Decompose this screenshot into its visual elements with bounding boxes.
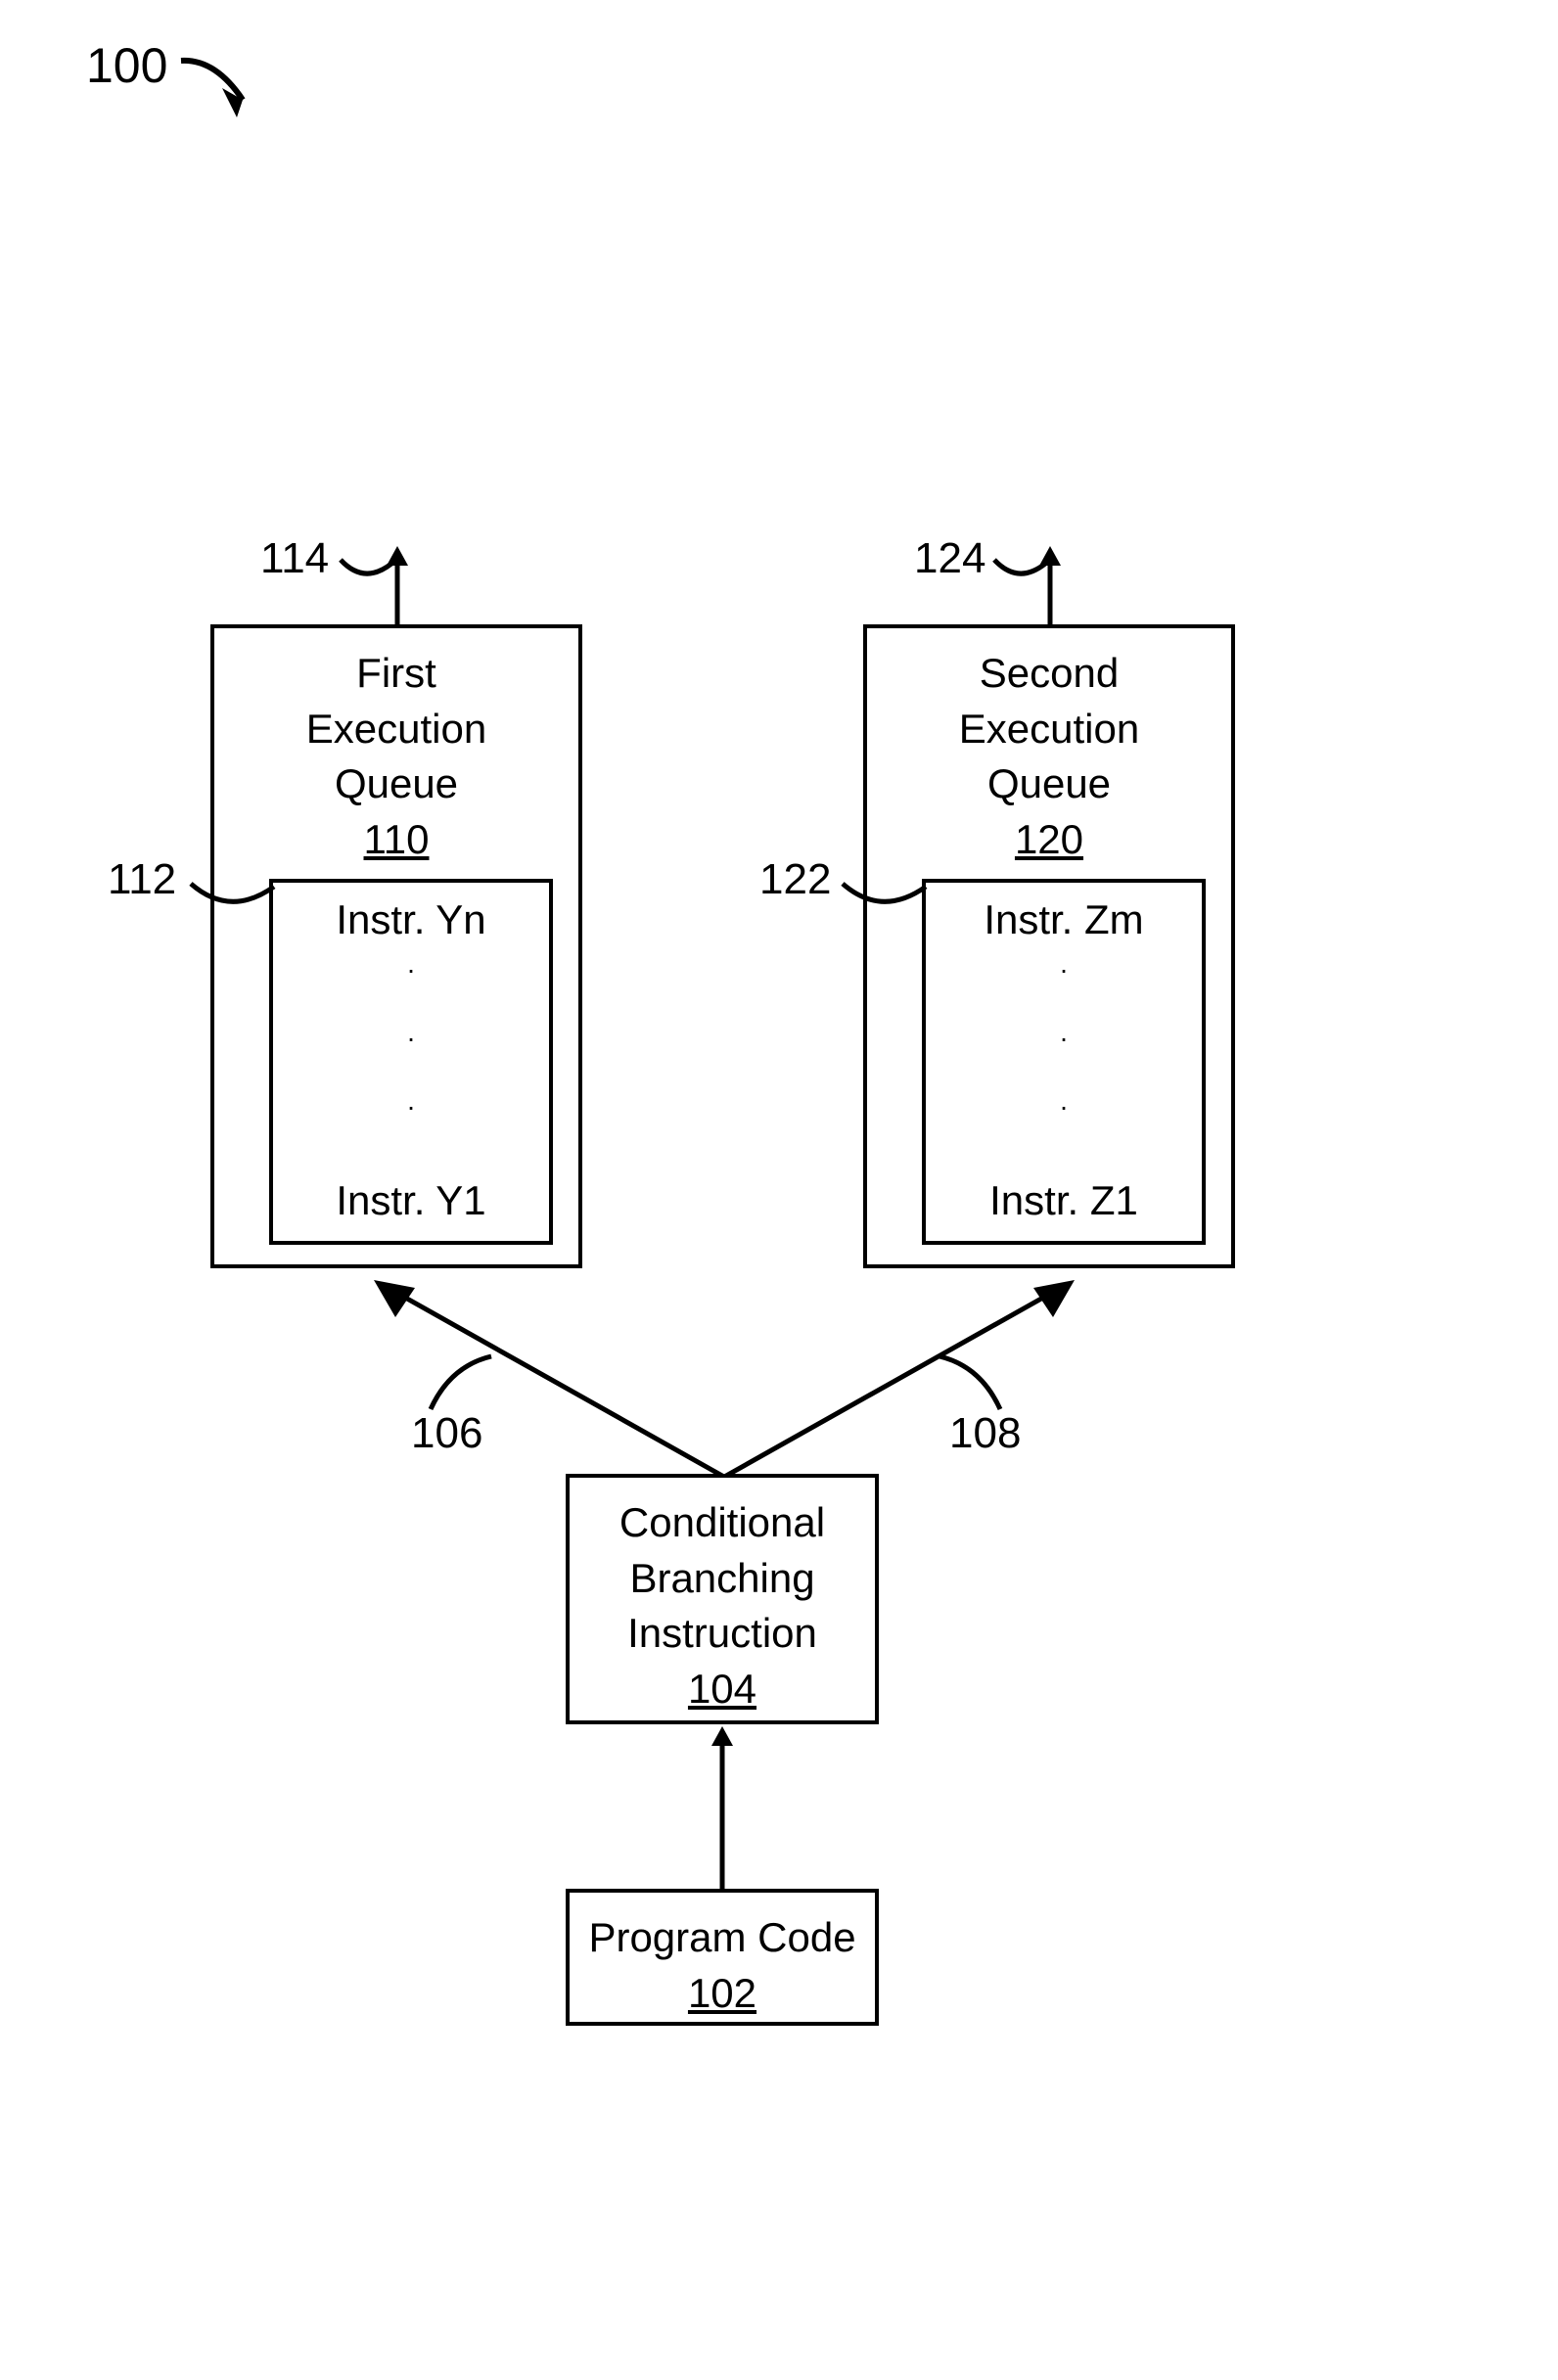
second-queue-inner-ref-pointer	[838, 869, 936, 918]
first-queue-inner-ref-pointer	[186, 869, 284, 918]
second-queue-instr-top: Instr. Zm	[926, 892, 1202, 948]
second-queue-out-ref-label: 124	[914, 534, 985, 583]
program-code-title: Program Code	[570, 1910, 875, 1966]
conditional-ref: 104	[570, 1662, 875, 1717]
branch-right-ref-pointer	[932, 1349, 1010, 1417]
first-queue-title-line1: First	[214, 646, 578, 702]
conditional-line3: Instruction	[570, 1606, 875, 1662]
first-queue-out-ref-label: 114	[260, 534, 329, 583]
program-code-ref: 102	[570, 1966, 875, 2022]
second-queue-inner-ref-label: 122	[759, 855, 831, 904]
first-queue-box: First Execution Queue 110 Instr. Yn . . …	[210, 624, 582, 1268]
figure-ref-label: 100	[86, 37, 167, 94]
first-queue-inner-ref-label: 112	[108, 855, 176, 904]
second-queue-inner-box: Instr. Zm . . . Instr. Z1	[922, 879, 1206, 1245]
program-code-box: Program Code 102	[566, 1889, 879, 2026]
first-queue-ref: 110	[214, 812, 578, 868]
first-queue-out-ref-pointer	[339, 552, 393, 585]
first-queue-title-line2: Execution	[214, 702, 578, 757]
program-to-conditional-arrow	[708, 1726, 737, 1891]
second-queue-ref: 120	[867, 812, 1231, 868]
second-queue-title-line1: Second	[867, 646, 1231, 702]
conditional-line2: Branching	[570, 1551, 875, 1607]
first-queue-inner-box: Instr. Yn . . . Instr. Y1	[269, 879, 553, 1245]
branch-left-ref-pointer	[421, 1349, 499, 1417]
conditional-box: Conditional Branching Instruction 104	[566, 1474, 879, 1724]
first-queue-title-line3: Queue	[214, 756, 578, 812]
figure-ref-arrow	[176, 49, 264, 137]
second-queue-instr-bottom: Instr. Z1	[926, 1173, 1202, 1229]
conditional-line1: Conditional	[570, 1495, 875, 1551]
second-queue-box: Second Execution Queue 120 Instr. Zm . .…	[863, 624, 1235, 1268]
first-queue-instr-bottom: Instr. Y1	[273, 1173, 549, 1229]
second-queue-title-line2: Execution	[867, 702, 1231, 757]
second-queue-out-ref-pointer	[992, 552, 1047, 585]
second-queue-title-line3: Queue	[867, 756, 1231, 812]
first-queue-instr-top: Instr. Yn	[273, 892, 549, 948]
